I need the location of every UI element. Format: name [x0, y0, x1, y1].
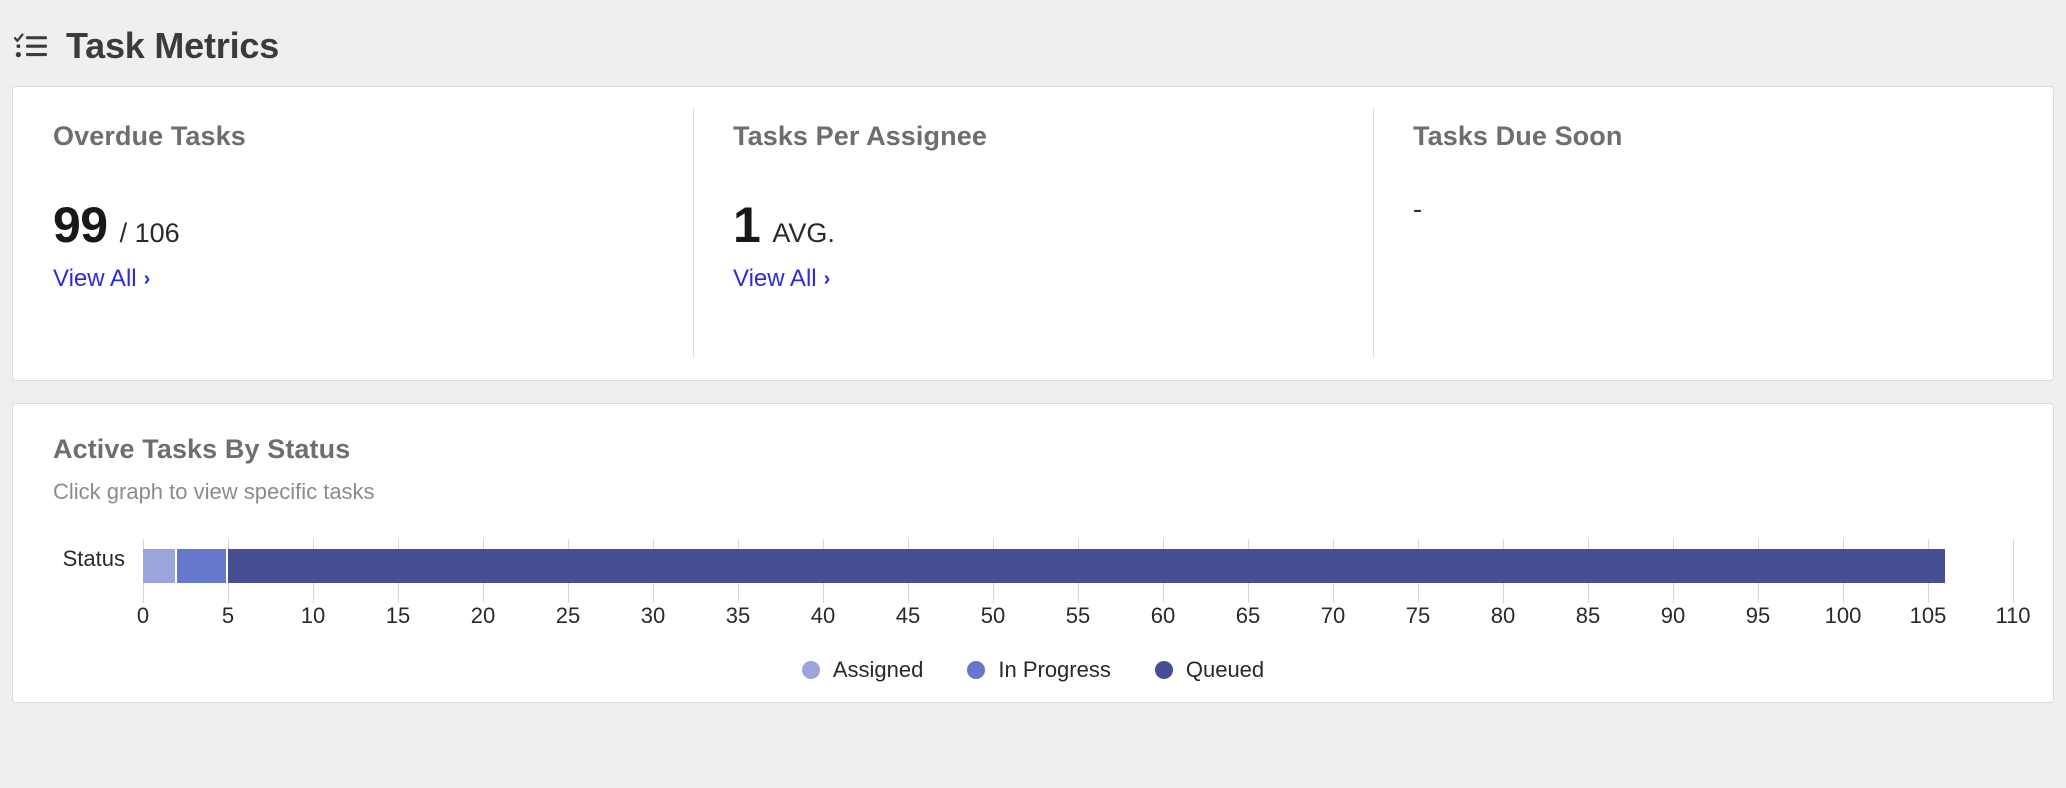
axis-tick-label: 100: [1824, 603, 1862, 628]
legend-color-swatch: [967, 661, 986, 679]
bar-segment-assigned[interactable]: [143, 549, 177, 583]
chart-subtitle: Click graph to view specific tasks: [53, 479, 375, 504]
legend-color-swatch: [1154, 661, 1173, 679]
axis-tick-label: 85: [1575, 603, 1601, 628]
axis-tick-label: 105: [1909, 603, 1947, 628]
axis-tick-label: 90: [1660, 603, 1686, 628]
axis-tick-label: 65: [1235, 603, 1261, 628]
legend-color-swatch: [801, 661, 820, 679]
kpi-value: 99: [53, 197, 108, 253]
kpi-tile-tasks-per-assignee: Tasks Per Assignee 1 AVG. View All ›: [693, 87, 1373, 380]
axis-tick-label: 75: [1405, 603, 1431, 628]
axis-tick-label: 0: [136, 603, 150, 628]
value-axis-ticks: 0 5 10 15 20 25 30 35 40 45 50 55 60 65 70 75 80 85 90 95 10…: [137, 603, 2031, 635]
legend-label: In Progress: [998, 657, 1111, 682]
axis-tick-label: 10: [300, 603, 326, 628]
axis-tick-label: 40: [810, 603, 836, 628]
bar-segment-in-progress[interactable]: [177, 549, 228, 583]
kpi-value-suffix: / 106: [119, 218, 180, 248]
kpi-tile-tasks-due-soon: Tasks Due Soon -: [1373, 87, 2053, 380]
axis-tick-label: 95: [1745, 603, 1771, 628]
kpi-value-suffix: AVG.: [772, 218, 835, 248]
kpi-value: 1: [733, 197, 761, 253]
kpi-value-row: 99 / 106: [53, 200, 653, 250]
axis-tick-label: 50: [980, 603, 1006, 628]
axis-tick-label: 25: [555, 603, 581, 628]
legend-item-in-progress[interactable]: In Progress: [967, 657, 1111, 683]
view-all-label: View All: [53, 265, 137, 292]
axis-tick-label: 70: [1320, 603, 1346, 628]
chevron-right-icon: ›: [823, 268, 831, 290]
kpi-tile-overdue-tasks: Overdue Tasks 99 / 106 View All ›: [13, 87, 693, 380]
page-header: Task Metrics: [0, 0, 2066, 86]
page-title: Task Metrics: [66, 25, 280, 66]
legend-item-assigned[interactable]: Assigned: [801, 657, 924, 683]
axis-tick-label: 110: [1995, 603, 2031, 628]
chart-title: Active Tasks By Status: [53, 434, 351, 464]
gridline: [2013, 539, 2014, 603]
axis-tick-label: 45: [895, 603, 921, 628]
view-all-link-overdue-tasks[interactable]: View All ›: [53, 265, 150, 293]
stacked-bar-chart: Status 0 5 10 15 20 25 30 35 40 45 50 55 60 65 70 75 80 8…: [53, 539, 2031, 635]
axis-tick-label: 35: [725, 603, 751, 628]
chevron-right-icon: ›: [143, 268, 151, 290]
axis-tick-label: 30: [640, 603, 666, 628]
checklist-icon: [14, 32, 48, 60]
kpi-value-row: 1 AVG.: [733, 200, 1333, 250]
axis-tick-label: 5: [221, 603, 235, 628]
axis-tick-label: 55: [1065, 603, 1091, 628]
table-row: [143, 549, 2013, 583]
legend-item-queued[interactable]: Queued: [1154, 657, 1265, 683]
category-axis-label: Status: [62, 546, 125, 571]
view-all-link-tasks-per-assignee[interactable]: View All ›: [733, 265, 830, 293]
axis-tick-label: 60: [1150, 603, 1176, 628]
legend-label: Queued: [1185, 657, 1265, 682]
chart-legend: Assigned In Progress Queued: [53, 657, 2013, 683]
axis-tick-label: 80: [1490, 603, 1516, 628]
kpi-empty-value: -: [1413, 194, 1422, 224]
axis-tick-label: 15: [385, 603, 411, 628]
legend-label: Assigned: [832, 657, 924, 682]
kpi-title: Tasks Due Soon: [1413, 121, 1623, 151]
view-all-label: View All: [733, 265, 817, 292]
kpi-title: Overdue Tasks: [53, 121, 246, 151]
plot-area: 0 5 10 15 20 25 30 35 40 45 50 55 60 65 70 75 80 85 90 95 10…: [137, 539, 2031, 635]
task-metrics-summary-card: Overdue Tasks 99 / 106 View All › Tasks …: [12, 86, 2054, 381]
bar-segment-queued[interactable]: [228, 549, 1945, 583]
active-tasks-by-status-card: Active Tasks By Status Click graph to vi…: [12, 403, 2054, 703]
axis-tick-label: 20: [470, 603, 496, 628]
kpi-title: Tasks Per Assignee: [733, 121, 987, 151]
